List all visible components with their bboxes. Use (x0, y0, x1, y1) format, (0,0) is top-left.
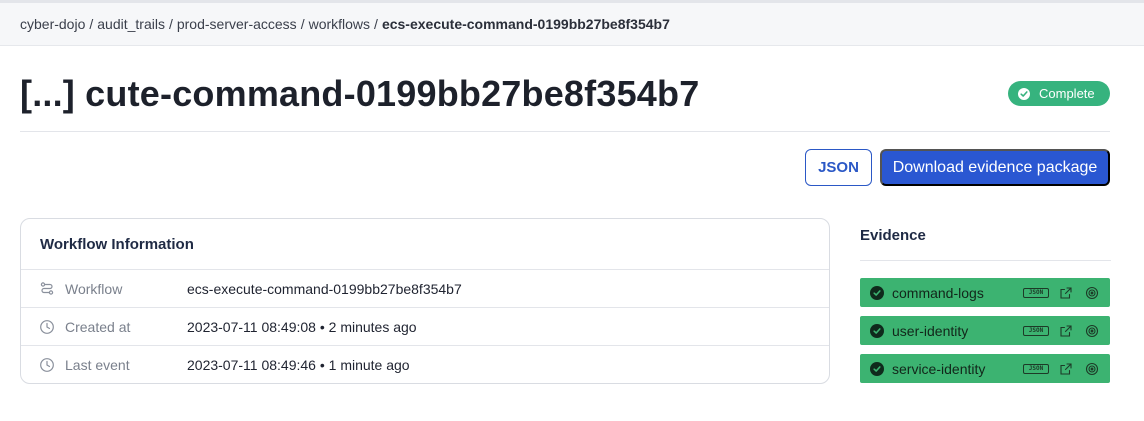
external-link-icon[interactable] (1059, 324, 1073, 338)
workflow-info-card: Workflow Information Workflow ecs-execut… (20, 218, 830, 384)
breadcrumb-item-workflows[interactable]: workflows (309, 16, 370, 32)
breadcrumb-item-org[interactable]: cyber-dojo (20, 16, 85, 32)
breadcrumb-item-trail[interactable]: prod-server-access (177, 16, 297, 32)
check-circle-icon (870, 286, 884, 300)
workflow-info-heading: Workflow Information (21, 219, 829, 270)
breadcrumb-separator: / (300, 16, 305, 32)
info-row-last-event: Last event 2023-07-11 08:49:46 • 1 minut… (21, 346, 829, 383)
download-evidence-button[interactable]: Download evidence package (880, 149, 1110, 186)
check-circle-icon (870, 324, 884, 338)
info-row-created-at: Created at 2023-07-11 08:49:08 • 2 minut… (21, 308, 829, 346)
breadcrumb-item-audit-trails[interactable]: audit_trails (97, 16, 165, 32)
evidence-item-label: service-identity (892, 360, 986, 377)
top-bar: cyber-dojo / audit_trails / prod-server-acce… (0, 0, 1144, 46)
evidence-item-label: command-logs (892, 284, 984, 301)
breadcrumb-current: ecs-execute-command-0199bb27be8f354b7 (381, 16, 670, 32)
check-circle-icon (1018, 87, 1030, 100)
external-link-icon[interactable] (1059, 362, 1073, 376)
row-value: ecs-execute-command-0199bb27be8f354b7 (187, 280, 462, 297)
title-divider (20, 131, 1110, 132)
info-row-workflow: Workflow ecs-execute-command-0199bb27be8… (21, 270, 829, 308)
evidence-heading: Evidence (860, 227, 926, 244)
breadcrumb-separator: / (374, 16, 378, 32)
external-link-icon[interactable] (1059, 286, 1073, 300)
breadcrumb-separator: / (89, 16, 94, 32)
json-tag-icon[interactable]: JSON (1023, 288, 1049, 298)
check-circle-icon (870, 362, 884, 376)
json-button[interactable]: JSON (805, 149, 872, 186)
json-tag-icon[interactable]: JSON (1023, 364, 1049, 374)
workflow-icon (39, 281, 55, 297)
row-value: 2023-07-11 08:49:08 • 2 minutes ago (187, 318, 417, 335)
evidence-item-user-identity[interactable]: user-identity JSON (860, 316, 1110, 345)
row-value: 2023-07-11 08:49:46 • 1 minute ago (187, 357, 410, 373)
status-text: Complete (1039, 86, 1095, 101)
row-label: Last event (65, 357, 130, 373)
evidence-divider (860, 260, 1111, 261)
fingerprint-icon[interactable] (1085, 324, 1099, 338)
fingerprint-icon[interactable] (1085, 286, 1099, 300)
json-tag-icon[interactable]: JSON (1023, 326, 1049, 336)
row-label: Created at (65, 318, 131, 335)
breadcrumb-separator: / (168, 16, 173, 32)
breadcrumb: cyber-dojo / audit_trails / prod-server-acce… (20, 16, 670, 32)
status-badge: Complete (1008, 81, 1110, 106)
row-label: Workflow (65, 280, 123, 297)
fingerprint-icon[interactable] (1085, 362, 1099, 376)
clock-icon (39, 319, 55, 335)
evidence-item-command-logs[interactable]: command-logs JSON (860, 278, 1110, 307)
page-title: [...] cute-command-0199bb27be8f354b7 (20, 73, 700, 114)
clock-icon (39, 357, 55, 373)
evidence-item-label: user-identity (892, 322, 969, 339)
evidence-item-service-identity[interactable]: service-identity JSON (860, 354, 1110, 383)
